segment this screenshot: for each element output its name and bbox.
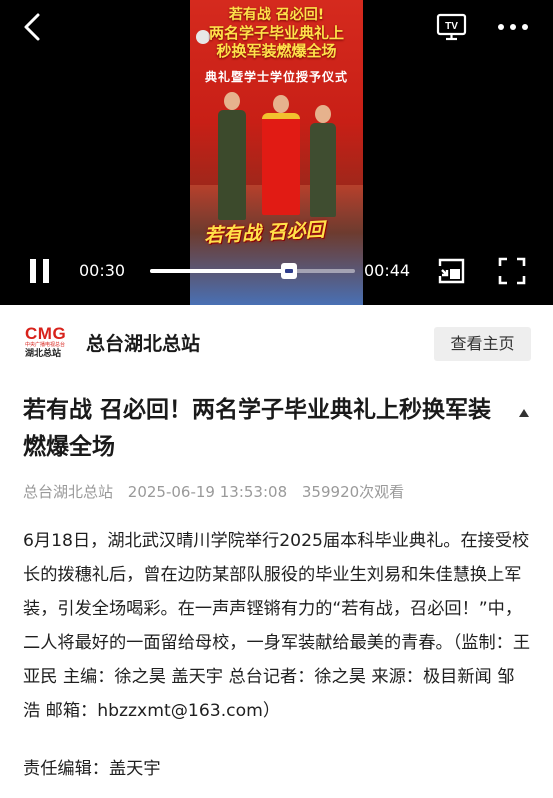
- cmg-logo[interactable]: CMG 中央广播电视总台 湖北总站: [25, 325, 69, 361]
- progress-fill: [150, 269, 290, 273]
- video-overlay-title-line3: 秒换军装燃爆全场: [216, 42, 337, 60]
- more-dots-icon[interactable]: [495, 14, 531, 40]
- channel-header: CMG 中央广播电视总台 湖北总站 总台湖北总站 查看主页: [0, 305, 553, 377]
- article-meta: 总台湖北总站 2025-06-19 13:53:08 359920次观看: [23, 481, 404, 502]
- video-banner-text: 典礼暨学士学位授予仪式: [204, 70, 348, 84]
- article-body: 6月18日，湖北武汉晴川学院举行2025届本科毕业典礼。在接受校长的拨穗礼后，曾…: [23, 531, 531, 721]
- picture-in-picture-icon[interactable]: [438, 257, 466, 285]
- progress-bar[interactable]: [150, 263, 355, 279]
- collapse-triangle-icon[interactable]: [518, 403, 530, 417]
- view-homepage-button[interactable]: 查看主页: [434, 327, 531, 361]
- article-title: 若有战 召必回！两名学子毕业典礼上秒换军装燃爆全场: [23, 397, 492, 460]
- cmg-logo-subtitle: 中央广播电视总台: [25, 342, 66, 348]
- cmg-logo-name: 湖北总站: [25, 349, 62, 359]
- video-player[interactable]: 若有战 召必回! 两名学子毕业典礼上 秒换军装燃爆全场 典礼暨学士学位授予仪式 …: [0, 0, 553, 305]
- video-overlay-title-line1: 若有战 召必回!: [228, 7, 325, 23]
- tv-cast-icon[interactable]: TV: [436, 12, 468, 42]
- video-overlay-title-line2: 两名学子毕业典礼上: [208, 24, 344, 42]
- back-arrow-icon[interactable]: [20, 12, 46, 42]
- article-views: 359920次观看: [301, 483, 405, 501]
- article-editor: 责任编辑：盖天宇: [23, 759, 161, 779]
- fullscreen-icon[interactable]: [498, 257, 526, 285]
- current-time: 00:30: [79, 261, 126, 280]
- total-time: 00:44: [364, 261, 411, 280]
- article-source: 总台湖北总站: [23, 483, 114, 501]
- tv-icon-label: TV: [445, 21, 458, 32]
- video-person-soldier-right: [308, 105, 338, 217]
- video-person-principal: [262, 95, 300, 215]
- video-person-soldier-left: [216, 92, 248, 220]
- video-frame[interactable]: 若有战 召必回! 两名学子毕业典礼上 秒换军装燃爆全场 典礼暨学士学位授予仪式 …: [190, 0, 363, 305]
- pause-icon[interactable]: [28, 258, 52, 284]
- article-datetime: 2025-06-19 13:53:08: [127, 483, 288, 501]
- video-overlay-title: 若有战 召必回! 两名学子毕业典礼上 秒换军装燃爆全场: [190, 6, 363, 60]
- cmg-logo-text: CMG: [25, 324, 67, 343]
- progress-knob[interactable]: [281, 263, 298, 279]
- channel-name[interactable]: 总台湖北总站: [86, 329, 200, 356]
